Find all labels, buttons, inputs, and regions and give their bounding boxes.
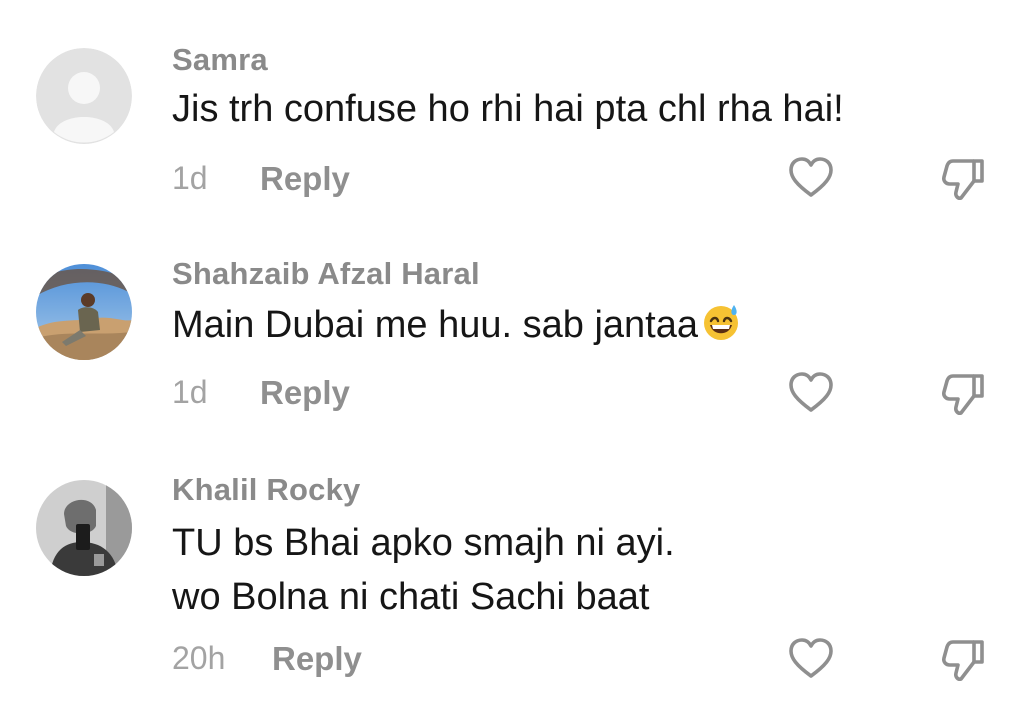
comment-text-line: TU bs Bhai apko smajh ni ayi.: [172, 522, 675, 564]
thumbs-down-icon: [942, 159, 984, 200]
reply-button[interactable]: Reply: [260, 160, 350, 198]
thumbs-down-icon: [942, 640, 984, 681]
heart-icon: [789, 638, 833, 678]
default-avatar-icon: [36, 48, 132, 144]
avatar[interactable]: [36, 48, 132, 144]
comment-username[interactable]: Samra: [172, 42, 268, 78]
heart-icon: [789, 157, 833, 197]
comment-username[interactable]: Khalil Rocky: [172, 472, 360, 508]
grinning-sweat-emoji-icon: [704, 305, 738, 340]
comment-text: TU bs Bhai apko smajh ni ayi. wo Bolna n…: [172, 516, 675, 624]
comment-username[interactable]: Shahzaib Afzal Haral: [172, 256, 480, 292]
photo-avatar-icon: [36, 480, 132, 576]
comment-time: 20h: [172, 640, 226, 676]
comment-time: 1d: [172, 374, 208, 410]
like-button[interactable]: [786, 153, 836, 203]
dislike-button[interactable]: [938, 368, 988, 418]
like-button[interactable]: [786, 368, 836, 418]
dislike-button[interactable]: [938, 153, 988, 203]
heart-icon: [789, 372, 833, 412]
avatar[interactable]: [36, 264, 132, 360]
like-button[interactable]: [786, 634, 836, 684]
comment-text-line: Main Dubai me huu. sab jantaa: [172, 298, 741, 352]
comment-text-content: Main Dubai me huu. sab jantaa: [172, 304, 698, 346]
thumbs-down-icon: [942, 374, 984, 415]
comment-text-line: Jis trh confuse ho rhi hai pta chl rha h…: [172, 88, 844, 130]
reply-button[interactable]: Reply: [260, 374, 350, 412]
photo-avatar-icon: [36, 264, 132, 360]
comment-time: 1d: [172, 160, 208, 196]
comment-text-line: wo Bolna ni chati Sachi baat: [172, 576, 650, 618]
avatar[interactable]: [36, 480, 132, 576]
dislike-button[interactable]: [938, 634, 988, 684]
reply-button[interactable]: Reply: [272, 640, 362, 678]
comment-text: Main Dubai me huu. sab jantaa: [172, 298, 741, 352]
comment-text: Jis trh confuse ho rhi hai pta chl rha h…: [172, 82, 844, 136]
